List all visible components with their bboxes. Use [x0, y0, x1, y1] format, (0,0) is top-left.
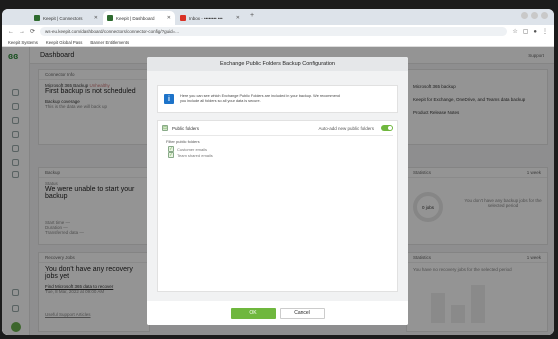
keepit-favicon-icon	[34, 15, 40, 21]
maximize-button[interactable]	[531, 12, 538, 19]
folder-label: Team shared emails	[177, 152, 213, 158]
checkbox[interactable]: ✓	[168, 152, 174, 158]
tab-label: Keepit | Dashboard	[116, 15, 155, 21]
tab-connectors[interactable]: Keepit | Connectors ✕	[30, 11, 102, 25]
bookmark-item[interactable]: Banner Entitlements	[90, 40, 129, 45]
new-tab-button[interactable]: +	[250, 12, 254, 19]
close-icon[interactable]: ✕	[236, 15, 240, 21]
config-modal: Exchange Public Folders Backup Configura…	[147, 57, 408, 325]
tab-label: Inbox - •••••••• •••	[189, 15, 223, 21]
tab-bar: Keepit | Connectors ✕ Keepit | Dashboard…	[2, 9, 554, 25]
back-icon[interactable]: ←	[8, 29, 14, 35]
auto-add-label: Auto-add new public folders	[318, 125, 374, 131]
modal-title: Exchange Public Folders Backup Configura…	[147, 57, 408, 71]
toolbar: ← → ⟳ ws-eu.keepit.com/dashboard/connect…	[2, 25, 554, 38]
reload-icon[interactable]: ⟳	[30, 28, 35, 35]
bookmarks-bar: Keepit Systems Keepit Global Pass Banner…	[2, 38, 554, 47]
folder-label: Customer emails	[177, 146, 208, 152]
filter-label: Filter public folders	[166, 139, 200, 144]
close-icon[interactable]: ✕	[167, 15, 171, 21]
keepit-favicon-icon	[107, 15, 113, 21]
star-icon[interactable]: ☆	[512, 28, 517, 35]
folders-panel: ▤ Public folders Auto-add new public fol…	[157, 120, 398, 292]
url-text: ws-eu.keepit.com/dashboard/connectors/co…	[45, 29, 179, 34]
bookmark-item[interactable]: Keepit Global Pass	[46, 40, 83, 45]
tab-inbox[interactable]: Inbox - •••••••• ••• ✕	[176, 11, 244, 25]
info-icon: i	[164, 94, 174, 104]
address-bar[interactable]: ws-eu.keepit.com/dashboard/connectors/co…	[40, 27, 508, 36]
menu-icon[interactable]: ⋮	[542, 28, 548, 35]
mail-favicon-icon	[180, 15, 186, 21]
extensions-icon[interactable]: ▢	[523, 28, 529, 35]
info-line: you include all folders so all your data…	[180, 99, 261, 103]
forward-icon[interactable]: →	[19, 29, 25, 35]
info-banner: i Here you can see which Exchange Public…	[157, 85, 398, 113]
close-window-button[interactable]	[541, 12, 548, 19]
profile-icon[interactable]: ●	[533, 29, 537, 35]
tab-dashboard[interactable]: Keepit | Dashboard ✕	[103, 11, 175, 25]
cancel-button[interactable]: Cancel	[279, 307, 325, 319]
window-controls	[521, 12, 548, 19]
folder-row[interactable]: ✓ Team shared emails	[168, 152, 393, 158]
auto-add-toggle[interactable]	[381, 125, 393, 131]
close-icon[interactable]: ✕	[94, 15, 98, 21]
bookmark-item[interactable]: Keepit Systems	[8, 40, 38, 45]
minimize-button[interactable]	[521, 12, 528, 19]
ok-button[interactable]: OK	[230, 307, 276, 319]
panel-header: ▤ Public folders Auto-add new public fol…	[162, 121, 393, 136]
modal-footer: OK Cancel	[147, 301, 408, 325]
public-folders-label: Public folders	[172, 125, 200, 131]
info-text: Here you can see which Exchange Public F…	[180, 94, 340, 105]
modal-body: i Here you can see which Exchange Public…	[147, 71, 408, 301]
tab-label: Keepit | Connectors	[43, 15, 83, 21]
folder-tree-icon: ▤	[162, 125, 168, 131]
